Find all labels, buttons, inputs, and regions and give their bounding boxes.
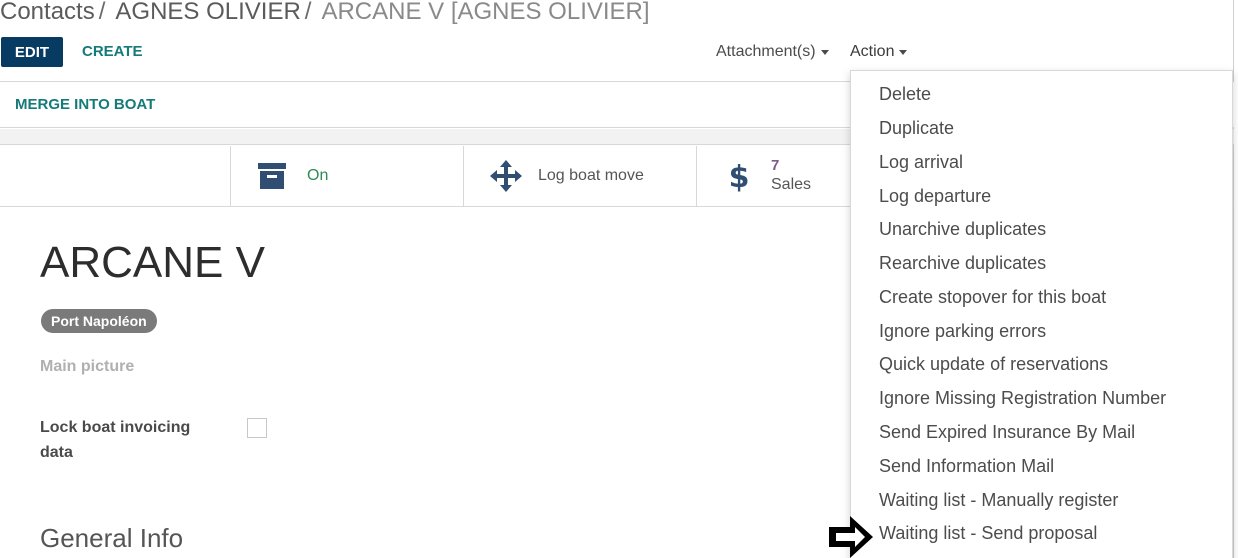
merge-into-boat-button[interactable]: MERGE INTO BOAT [15,96,155,113]
breadcrumb-contacts[interactable]: Contacts [0,0,95,25]
caret-down-icon [899,49,908,55]
sales-label: Sales [771,176,812,193]
menu-item-log-departure[interactable]: Log departure [879,186,991,207]
archive-icon [258,163,286,189]
log-boat-move-button[interactable]: Log boat move [463,146,697,206]
create-button[interactable]: CREATE [82,43,143,60]
form-view: Contacts / AGNES OLIVIER / ARCANE V [AGNES O… [0,0,1238,558]
menu-item-waiting-list-register[interactable]: Waiting list - Manually register [879,490,1118,511]
breadcrumb-partner[interactable]: AGNES OLIVIER [115,0,300,25]
sales-count: 7 [771,157,780,174]
menu-item-waiting-list-send-proposal[interactable]: Waiting list - Send proposal [879,523,1097,544]
record-title: ARCANE V [40,238,265,287]
svg-text:$: $ [729,160,749,192]
menu-item-quick-update-reservations[interactable]: Quick update of reservations [879,354,1108,375]
port-tag: Port Napoléon [41,309,157,333]
archive-toggle-button[interactable]: On [230,146,464,206]
menu-item-ignore-missing-registration[interactable]: Ignore Missing Registration Number [879,388,1166,409]
menu-item-ignore-parking-errors[interactable]: Ignore parking errors [879,321,1046,342]
menu-item-log-arrival[interactable]: Log arrival [879,152,963,173]
menu-item-duplicate[interactable]: Duplicate [879,118,954,139]
attachments-label: Attachment(s) [716,43,816,60]
breadcrumb-separator: / [304,0,312,25]
edit-button[interactable]: EDIT [1,37,63,67]
caret-down-icon [820,49,829,55]
general-info-heading: General Info [40,523,184,553]
lock-invoicing-label: Lock boat invoicing data [40,419,191,461]
action-label: Action [850,43,895,60]
attachments-dropdown[interactable]: Attachment(s) [716,43,829,61]
action-dropdown[interactable]: Action [850,43,908,61]
breadcrumb: Contacts / AGNES OLIVIER / ARCANE V [AGNES O… [0,0,650,26]
sales-stat-button[interactable]: $ 7 Sales [696,146,856,206]
menu-item-create-stopover[interactable]: Create stopover for this boat [879,287,1106,308]
lock-invoicing-checkbox[interactable] [247,418,267,438]
dollar-icon: $ [729,160,749,192]
main-picture-label: Main picture [40,358,135,375]
breadcrumb-current: ARCANE V [AGNES OLIVIER] [321,0,650,25]
breadcrumb-separator: / [98,0,106,25]
menu-item-send-expired-insurance[interactable]: Send Expired Insurance By Mail [879,422,1135,443]
menu-item-unarchive-duplicates[interactable]: Unarchive duplicates [879,219,1046,240]
pointer-arrow-icon [829,516,873,558]
sales-stat-text: 7 Sales [771,157,811,195]
menu-item-send-information-mail[interactable]: Send Information Mail [879,456,1054,477]
arrows-move-icon [490,160,522,192]
menu-item-delete[interactable]: Delete [879,84,931,105]
action-menu: Delete Duplicate Log arrival Log departu… [850,70,1233,558]
menu-item-rearchive-duplicates[interactable]: Rearchive duplicates [879,253,1046,274]
log-boat-move-label: Log boat move [538,167,644,184]
archive-status-label: On [307,167,329,184]
